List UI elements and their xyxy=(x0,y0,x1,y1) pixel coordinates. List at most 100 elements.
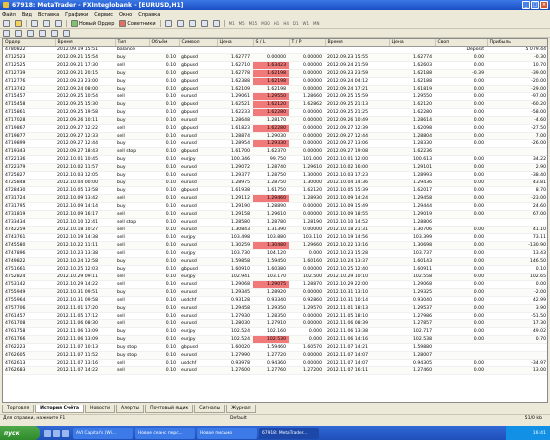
new-order-button[interactable]: Новый Ордер xyxy=(70,20,115,28)
text-button[interactable] xyxy=(62,29,71,37)
table-row[interactable]: 4755964 2012.10.31 09:58 sell 0.10 usdchf 0.9… xyxy=(3,296,547,305)
table-row[interactable]: 4713742 2012.09.24 08:00 buy 0.10 gbpusd 1.62… xyxy=(3,85,547,94)
market-watch-button[interactable] xyxy=(30,20,39,28)
table-row[interactable]: 4731819 2012.10.09 16:17 sell 0.10 eurusd 1.2… xyxy=(3,210,547,219)
column-header[interactable]: Тип xyxy=(115,39,150,47)
taskbar-task[interactable]: Новое сеанс перс... xyxy=(135,427,195,439)
table-row[interactable]: 4719899 2012.09.27 12:44 buy 0.10 eurusd 1.28… xyxy=(3,139,547,149)
horizontal-line-button[interactable] xyxy=(38,29,47,37)
column-header[interactable]: S / L xyxy=(253,39,290,47)
timeframe-button[interactable]: D1 xyxy=(292,21,300,26)
column-header[interactable]: Своп xyxy=(435,39,488,47)
timeframe-button[interactable]: W1 xyxy=(302,21,311,26)
timeframe-button[interactable]: H1 xyxy=(273,21,281,26)
profiles-button[interactable] xyxy=(14,20,23,28)
table-row[interactable]: 4743761 2012.10.19 14:38 sell 0.10 eurjpy 103… xyxy=(3,233,547,243)
minimize-icon[interactable]: _ xyxy=(522,1,530,9)
column-header[interactable]: Ордер xyxy=(3,39,56,47)
timeframe-button[interactable]: M15 xyxy=(248,21,259,26)
column-header[interactable]: Время xyxy=(325,39,390,47)
table-row[interactable]: 4761758 2012.11.06 13:09 buy 0.10 eurjpy 102.… xyxy=(3,327,547,337)
table-row[interactable]: 4749822 2012.10.24 12:58 buy 0.10 eurusd 1.59… xyxy=(3,257,547,266)
table-row[interactable]: 4719877 2012.09.27 12:33 sell 0.10 eurusd 1.2… xyxy=(3,132,547,141)
table-row[interactable]: 4780822 2012.09.19 15:51 balance Deposit 5 0… xyxy=(3,46,547,55)
close-icon[interactable]: × xyxy=(540,1,548,9)
table-row[interactable]: 4725848 2012.10.04 00:00 buy 0.10 eurusd 1.28… xyxy=(3,179,547,188)
column-header[interactable]: Время xyxy=(55,39,116,47)
taskbar-task[interactable]: 67918: MetaTrader... xyxy=(259,427,319,439)
table-row[interactable]: 4719867 2012.09.27 12:22 sell 0.10 gbpusd 1.6… xyxy=(3,124,547,133)
table-row[interactable]: 4717028 2012.09.26 10:11 buy 0.10 eurusd 1.28… xyxy=(3,116,547,125)
menu-item[interactable]: Сервис xyxy=(94,12,113,18)
terminal-tab[interactable]: Почтовый ящик xyxy=(145,405,194,413)
timeframe-button[interactable]: M30 xyxy=(260,21,271,26)
timeframe-button[interactable]: MN xyxy=(312,21,320,26)
table-row[interactable]: 4731795 2012.10.09 14:14 buy 0.10 eurusd 1.29… xyxy=(3,202,547,211)
column-header[interactable]: Цена xyxy=(389,39,436,47)
table-row[interactable]: 4761766 2012.11.06 13:09 buy 0.10 eurjpy 102.… xyxy=(3,335,547,344)
quick-launch-icon[interactable] xyxy=(53,429,60,437)
table-row[interactable]: 4715861 2012.09.25 19:58 buy 0.10 gbpusd 1.62… xyxy=(3,108,547,117)
timeframe-button[interactable]: M5 xyxy=(238,21,246,26)
table-row[interactable]: 4722136 2012.10.01 10:45 buy 0.10 eurjpy 100.… xyxy=(3,155,547,164)
table-row[interactable]: 4742259 2012.10.18 10:27 sell 0.10 eurusd 1.3… xyxy=(3,226,547,235)
table-row[interactable]: 4762223 2012.11.07 10:13 buy stop 0.10 gbpus… xyxy=(3,343,547,352)
terminal-tab[interactable]: Новости xyxy=(85,405,116,413)
table-row[interactable]: 4712739 2012.09.21 20:15 buy 0.10 gbpusd 1.62… xyxy=(3,69,547,78)
table-row[interactable]: 4751661 2012.10.25 12:03 buy 0.10 gbpusd 1.60… xyxy=(3,265,547,274)
trendline-button[interactable] xyxy=(50,29,59,37)
terminal-tab[interactable]: Алерты xyxy=(116,405,145,413)
maximize-icon[interactable]: □ xyxy=(531,1,539,9)
quick-launch-icon[interactable] xyxy=(44,429,51,437)
navigator-button[interactable] xyxy=(42,20,51,28)
column-header[interactable]: Прибыль xyxy=(487,39,547,47)
line-chart-button[interactable] xyxy=(188,20,197,28)
taskbar-task[interactable]: Новое письмо xyxy=(197,427,257,439)
table-row[interactable]: 4731724 2012.10.09 13:42 sell 0.10 eurusd 1.2… xyxy=(3,194,547,204)
table-row[interactable]: 4722379 2012.10.02 11:57 buy 0.10 eurusd 1.29… xyxy=(3,163,547,172)
bar-chart-button[interactable] xyxy=(164,20,173,28)
column-header[interactable]: Объём xyxy=(149,39,180,47)
crosshair-button[interactable] xyxy=(14,29,23,37)
terminal-tab[interactable]: Торговля xyxy=(2,405,35,413)
table-row[interactable]: 4762683 2012.11.07 14:22 sell 0.10 eurusd 1.2… xyxy=(3,366,547,376)
experts-button[interactable]: Советники xyxy=(118,20,156,28)
table-row[interactable]: 4715457 2012.09.25 10:54 sell 0.10 eurusd 1.2… xyxy=(3,92,547,102)
start-button[interactable]: пуск xyxy=(0,426,40,440)
table-row[interactable]: 4752824 2012.10.29 09:11 sell 0.10 eurjpy 102… xyxy=(3,273,547,282)
table-row[interactable]: 4733434 2012.10.10 12:41 sell stop 0.10 euru… xyxy=(3,218,547,227)
table-row[interactable]: 4755949 2012.10.31 09:51 buy 0.10 eurusd 1.29… xyxy=(3,288,547,297)
table-row[interactable]: 4715458 2012.09.25 15:30 buy 0.10 gbpusd 1.62… xyxy=(3,100,547,110)
quick-launch-icon[interactable] xyxy=(62,429,69,437)
column-header[interactable]: Символ xyxy=(179,39,218,47)
taskbar-task[interactable]: AVI Capital's (Wi... xyxy=(73,427,133,439)
timeframe-button[interactable]: M1 xyxy=(228,21,236,26)
cursor-button[interactable] xyxy=(2,29,11,37)
table-row[interactable]: 4728430 2012.10.05 13:58 buy 0.10 gbpusd 1.61… xyxy=(3,186,547,196)
vertical-line-button[interactable] xyxy=(26,29,35,37)
table-row[interactable]: 4757706 2012.11.01 17:20 buy 0.10 eurusd 1.29… xyxy=(3,304,547,313)
table-row[interactable]: 4712525 2012.09.21 17:30 sell 0.10 gbpusd 1.6… xyxy=(3,61,547,70)
table-row[interactable]: 4762605 2012.11.07 11:52 buy stop 0.10 eurus… xyxy=(3,351,547,360)
account-history-grid[interactable]: Ордер Время Тип Объём Символ Цена S / LT / P Вр… xyxy=(2,38,548,403)
candlestick-button[interactable] xyxy=(176,20,185,28)
table-row[interactable]: 4719343 2012.09.27 18:43 sell stop 0.10 gbpu… xyxy=(3,147,547,157)
new-chart-button[interactable] xyxy=(2,20,11,28)
table-row[interactable]: 4745580 2012.10.22 11:11 sell 0.10 eurusd 1.3… xyxy=(3,241,547,251)
menu-item[interactable]: Справка xyxy=(138,12,160,18)
timeframe-button[interactable]: H4 xyxy=(282,21,290,26)
table-row[interactable]: 4761457 2012.11.05 17:12 sell 0.10 eurusd 1.2… xyxy=(3,312,547,321)
column-header[interactable]: Цена xyxy=(217,39,254,47)
menu-item[interactable]: Файл xyxy=(2,12,16,18)
column-header[interactable]: T / P xyxy=(289,39,326,47)
table-row[interactable]: 4712776 2012.09.23 23:00 buy 0.10 gbpusd 1.62… xyxy=(3,77,547,86)
zoom-in-button[interactable] xyxy=(200,20,209,28)
menu-item[interactable]: Графики xyxy=(65,12,88,18)
table-row[interactable]: 4762613 2012.11.07 13:16 sell 0.10 usdchf 0.9… xyxy=(3,359,547,368)
table-row[interactable]: 4753142 2012.10.29 14:22 sell 0.10 eurusd 1.2… xyxy=(3,280,547,290)
table-row[interactable]: 4761708 2012.11.06 08:30 sell 0.10 eurusd 1.2… xyxy=(3,319,547,329)
table-row[interactable]: 4712523 2012.09.21 15:54 buy 0.10 gbpusd 1.62… xyxy=(3,53,547,63)
terminal-tab[interactable]: Сигналы xyxy=(194,405,226,413)
table-row[interactable]: 4747896 2012.10.23 13:38 sell 0.10 eurjpy 103… xyxy=(3,249,547,258)
zoom-out-button[interactable] xyxy=(212,20,221,28)
